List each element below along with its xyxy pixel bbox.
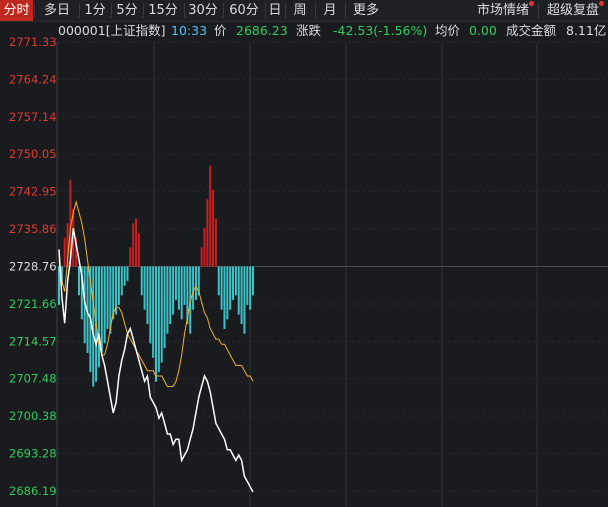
flow-bar: [160, 266, 163, 363]
y-tick-label: 2728.76: [9, 260, 57, 274]
flow-bar: [243, 266, 246, 334]
y-tick-label: 2771.33: [9, 35, 57, 49]
flow-bar: [172, 266, 175, 315]
flow-bar: [140, 266, 143, 296]
flow-bar: [183, 266, 186, 305]
y-tick-label: 2707.48: [9, 372, 57, 386]
flow-bar: [177, 266, 180, 310]
flow-bar: [106, 266, 109, 329]
y-tick-label: 2735.86: [9, 222, 57, 236]
flow-bar: [120, 266, 123, 296]
flow-bar: [163, 266, 166, 349]
y-tick-label: 2693.28: [9, 447, 57, 461]
y-tick-label: 2700.38: [9, 409, 57, 423]
flow-bar: [232, 266, 235, 301]
flow-bar: [206, 199, 209, 267]
flow-bar: [77, 266, 80, 296]
flow-bar: [103, 266, 106, 344]
flow-bar: [246, 266, 249, 305]
flow-bar: [174, 266, 177, 301]
flow-bar: [100, 266, 103, 353]
flow-bar: [146, 266, 149, 325]
flow-bar: [169, 266, 172, 325]
y-tick-label: 2742.95: [9, 185, 57, 199]
flow-bar: [126, 266, 129, 281]
flow-bar: [223, 266, 226, 329]
y-tick-label: 2757.14: [9, 110, 57, 124]
y-tick-label: 2714.57: [9, 334, 57, 348]
flow-bar: [123, 266, 126, 286]
flow-bar: [155, 266, 157, 382]
flow-bar: [152, 266, 155, 358]
y-tick-label: 2750.05: [9, 147, 57, 161]
flow-bar: [229, 266, 232, 310]
flow-bar: [129, 247, 132, 267]
flow-bar: [252, 266, 254, 296]
flow-bar: [212, 189, 215, 267]
flow-bar: [192, 266, 195, 310]
intraday-chart[interactable]: 2771.33 2764.24 2757.14 2750.05 2742.95 2735.…: [0, 0, 608, 507]
flow-bar: [166, 266, 169, 334]
flow-bar: [194, 266, 197, 301]
flow-bar: [63, 237, 66, 267]
flow-bar: [203, 228, 206, 267]
flow-bar: [249, 266, 252, 310]
flow-bar: [180, 266, 183, 320]
flow-bar: [237, 266, 240, 315]
flow-bar: [132, 223, 135, 267]
y-tick-label: 2686.19: [9, 484, 57, 498]
flow-bar: [117, 266, 120, 305]
flow-bar: [157, 266, 160, 373]
flow-bar: [217, 266, 220, 296]
flow-bar: [149, 266, 152, 344]
flow-bar: [240, 266, 243, 325]
y-tick-label: 2721.66: [9, 297, 57, 311]
flow-bar: [226, 266, 229, 320]
flow-bar: [143, 266, 146, 310]
flow-bar: [234, 266, 237, 296]
flow-bar: [214, 218, 217, 267]
flow-bar: [97, 266, 100, 368]
flow-bar: [137, 232, 140, 267]
flow-bar: [200, 247, 203, 267]
flow-bar: [135, 218, 138, 267]
flow-bar: [220, 266, 223, 310]
flow-bar: [209, 165, 212, 267]
y-tick-label: 2764.24: [9, 72, 57, 86]
